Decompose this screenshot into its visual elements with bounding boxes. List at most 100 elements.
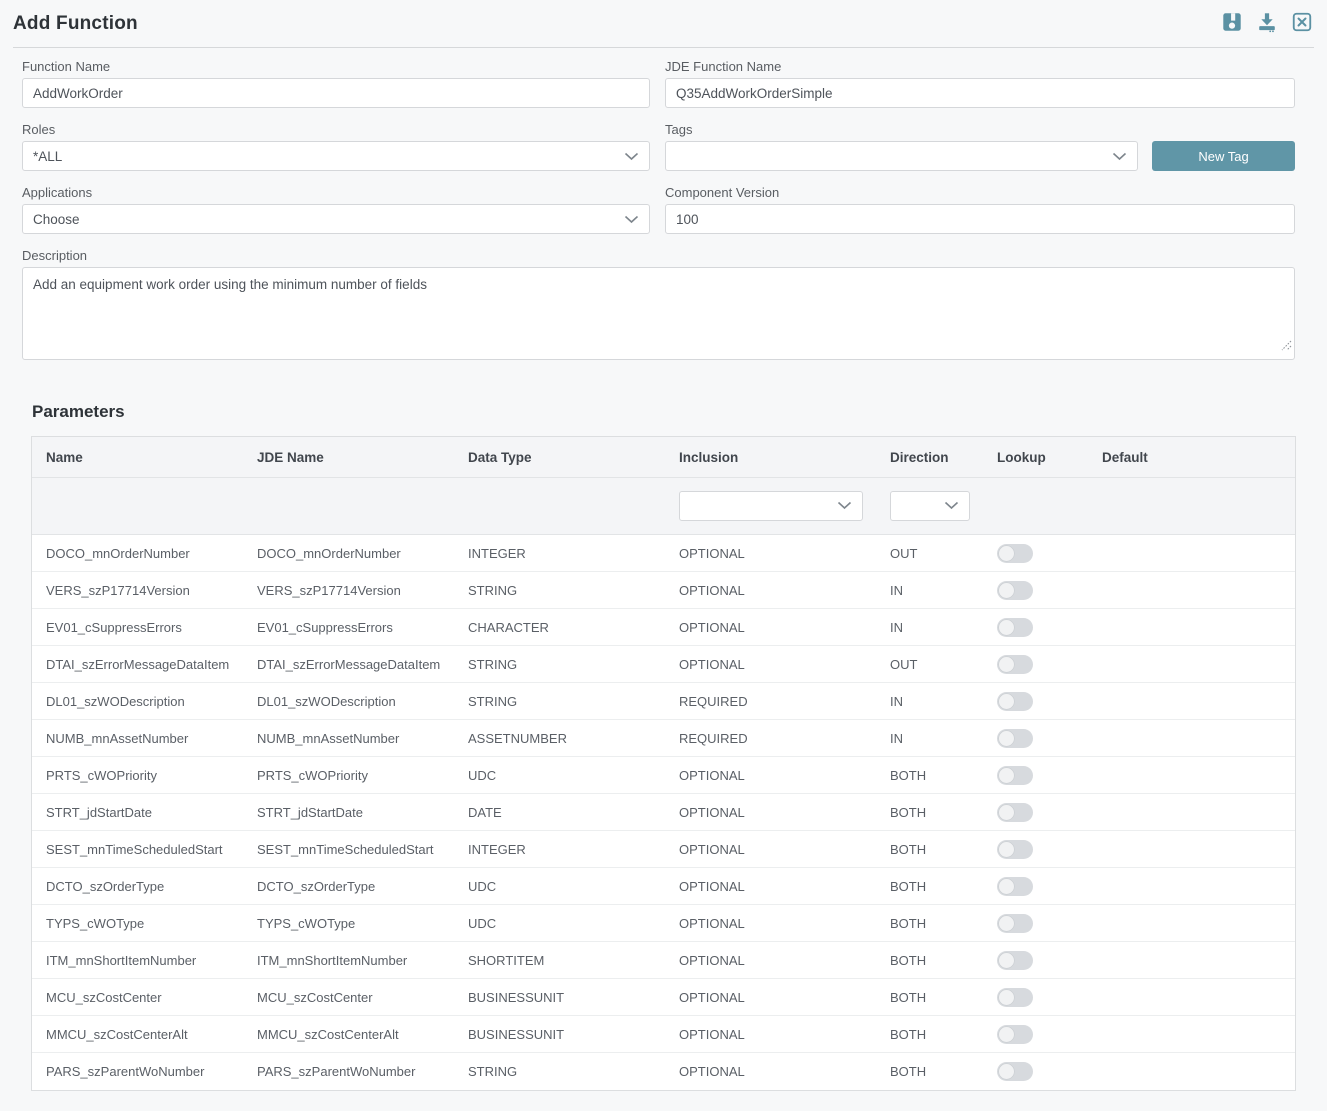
lookup-toggle[interactable] [997,1025,1033,1044]
lookup-toggle[interactable] [997,951,1033,970]
param-inclusion-cell: OPTIONAL [665,768,876,783]
lookup-toggle[interactable] [997,581,1033,600]
lookup-toggle[interactable] [997,803,1033,822]
table-row[interactable]: NUMB_mnAssetNumber NUMB_mnAssetNumber AS… [32,720,1295,757]
param-direction-cell: OUT [876,657,983,672]
toggle-knob [998,656,1015,673]
jde-function-name-input[interactable] [665,78,1295,108]
table-row[interactable]: DOCO_mnOrderNumber DOCO_mnOrderNumber IN… [32,535,1295,572]
param-jde-name-cell: TYPS_cWOType [243,916,454,931]
function-name-label: Function Name [22,59,650,74]
param-jde-name-cell: ITM_mnShortItemNumber [243,953,454,968]
param-inclusion-cell: OPTIONAL [665,953,876,968]
tags-select[interactable] [665,141,1138,171]
table-row[interactable]: STRT_jdStartDate STRT_jdStartDate DATE O… [32,794,1295,831]
new-tag-button[interactable]: New Tag [1152,141,1295,171]
param-direction-cell: IN [876,731,983,746]
table-row[interactable]: SEST_mnTimeScheduledStart SEST_mnTimeSch… [32,831,1295,868]
lookup-toggle[interactable] [997,655,1033,674]
column-header-inclusion: Inclusion [665,450,876,465]
table-row[interactable]: ITM_mnShortItemNumber ITM_mnShortItemNum… [32,942,1295,979]
applications-select[interactable]: Choose [22,204,650,234]
inclusion-filter-select[interactable] [679,491,863,521]
table-row[interactable]: PRTS_cWOPriority PRTS_cWOPriority UDC OP… [32,757,1295,794]
save-button[interactable] [1220,12,1244,36]
param-jde-name-cell: DL01_szWODescription [243,694,454,709]
toggle-knob [998,582,1015,599]
roles-select[interactable]: *ALL [22,141,650,171]
param-inclusion-cell: OPTIONAL [665,842,876,857]
description-field-group: Description Add an equipment work order … [22,248,1295,360]
table-row[interactable]: DL01_szWODescription DL01_szWODescriptio… [32,683,1295,720]
lookup-toggle[interactable] [997,988,1033,1007]
param-jde-name-cell: DCTO_szOrderType [243,879,454,894]
chevron-down-icon [624,215,639,224]
table-header-row: Name JDE Name Data Type Inclusion Direct… [32,437,1295,478]
table-row[interactable]: VERS_szP17714Version VERS_szP17714Versio… [32,572,1295,609]
function-name-input[interactable] [22,78,650,108]
add-function-panel: Add Function [0,0,1327,1111]
param-name-cell: STRT_jdStartDate [32,805,243,820]
lookup-toggle[interactable] [997,692,1033,711]
lookup-toggle[interactable] [997,840,1033,859]
param-direction-cell: BOTH [876,916,983,931]
function-name-field-group: Function Name [22,59,650,108]
page-title: Add Function [13,13,138,35]
param-inclusion-cell: REQUIRED [665,731,876,746]
lookup-toggle[interactable] [997,1062,1033,1081]
param-direction-cell: BOTH [876,1064,983,1079]
param-inclusion-cell: OPTIONAL [665,990,876,1005]
component-version-field-group: Component Version [665,185,1295,234]
component-version-input[interactable] [665,204,1295,234]
table-row[interactable]: DTAI_szErrorMessageDataItem DTAI_szError… [32,646,1295,683]
column-header-jde-name: JDE Name [243,450,454,465]
table-body: DOCO_mnOrderNumber DOCO_mnOrderNumber IN… [32,535,1295,1090]
param-data-type-cell: UDC [454,916,665,931]
param-data-type-cell: SHORTITEM [454,953,665,968]
table-row[interactable]: TYPS_cWOType TYPS_cWOType UDC OPTIONAL B… [32,905,1295,942]
jde-function-name-label: JDE Function Name [665,59,1295,74]
lookup-toggle[interactable] [997,729,1033,748]
param-data-type-cell: CHARACTER [454,620,665,635]
direction-filter-select[interactable] [890,491,970,521]
param-inclusion-cell: OPTIONAL [665,546,876,561]
table-row[interactable]: MCU_szCostCenter MCU_szCostCenter BUSINE… [32,979,1295,1016]
toggle-knob [998,878,1015,895]
param-data-type-cell: DATE [454,805,665,820]
param-data-type-cell: STRING [454,657,665,672]
param-direction-cell: BOTH [876,990,983,1005]
column-header-name: Name [32,450,243,465]
header-actions [1220,12,1314,36]
toggle-knob [998,841,1015,858]
function-form: Function Name JDE Function Name Roles *A… [0,48,1327,374]
lookup-toggle[interactable] [997,544,1033,563]
column-header-data-type: Data Type [454,450,665,465]
param-name-cell: DL01_szWODescription [32,694,243,709]
toggle-knob [998,804,1015,821]
description-textarea[interactable]: Add an equipment work order using the mi… [22,267,1295,360]
lookup-toggle[interactable] [997,914,1033,933]
toggle-knob [998,730,1015,747]
param-jde-name-cell: DOCO_mnOrderNumber [243,546,454,561]
param-inclusion-cell: OPTIONAL [665,805,876,820]
param-data-type-cell: UDC [454,879,665,894]
param-jde-name-cell: DTAI_szErrorMessageDataItem [243,657,454,672]
table-row[interactable]: EV01_cSuppressErrors EV01_cSuppressError… [32,609,1295,646]
close-button[interactable] [1290,12,1314,36]
toggle-knob [998,545,1015,562]
table-row[interactable]: MMCU_szCostCenterAlt MMCU_szCostCenterAl… [32,1016,1295,1053]
lookup-toggle[interactable] [997,877,1033,896]
download-button[interactable] [1255,12,1279,36]
param-direction-cell: BOTH [876,879,983,894]
toggle-knob [998,619,1015,636]
roles-label: Roles [22,122,650,137]
param-name-cell: DOCO_mnOrderNumber [32,546,243,561]
description-label: Description [22,248,1295,263]
toggle-knob [998,989,1015,1006]
table-row[interactable]: PARS_szParentWoNumber PARS_szParentWoNum… [32,1053,1295,1090]
save-icon [1221,11,1243,36]
column-header-lookup: Lookup [983,450,1088,465]
lookup-toggle[interactable] [997,766,1033,785]
lookup-toggle[interactable] [997,618,1033,637]
table-row[interactable]: DCTO_szOrderType DCTO_szOrderType UDC OP… [32,868,1295,905]
